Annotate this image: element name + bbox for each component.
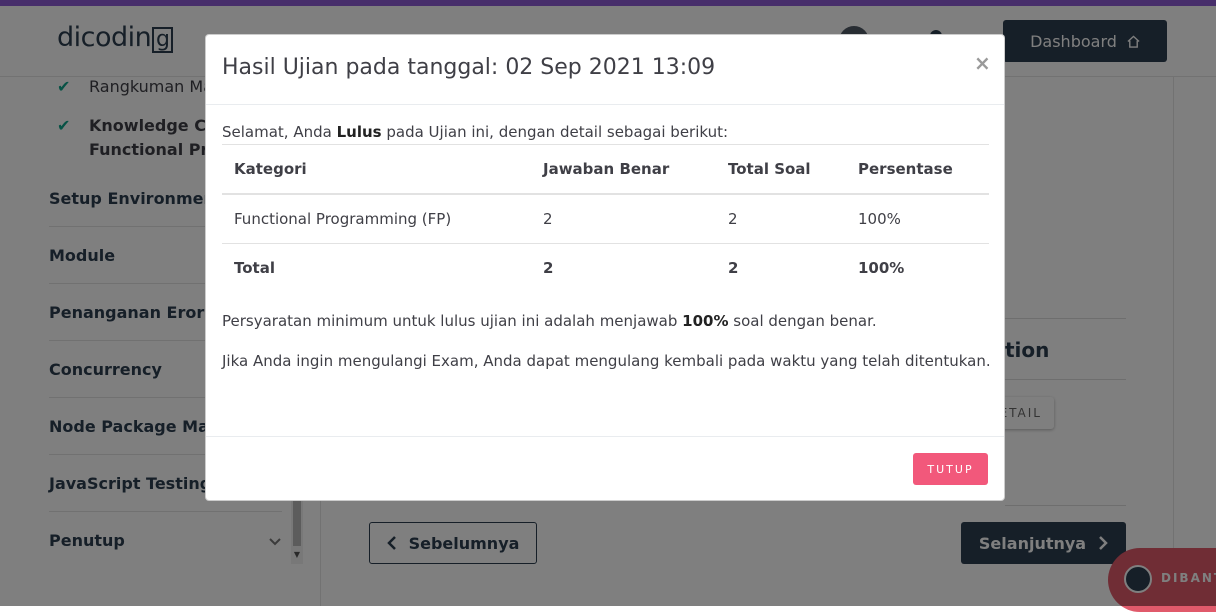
requirement-value: 100% [682, 312, 729, 330]
requirement-prefix: Persyaratan minimum untuk lulus ujian in… [222, 312, 683, 330]
modal-title: Hasil Ujian pada tanggal: 02 Sep 2021 13… [222, 55, 716, 80]
table-total-row: Total 2 2 100% [222, 244, 989, 293]
column-header: Kategori [222, 144, 531, 195]
table-row: Functional Programming (FP) 2 2 100% [222, 194, 989, 244]
column-header: Persentase [846, 144, 989, 195]
pass-requirement: Persyaratan minimum untuk lulus ujian in… [222, 312, 877, 330]
table-cell: Functional Programming (FP) [222, 194, 531, 244]
table-cell: Total [234, 259, 275, 277]
result-table: Kategori Jawaban Benar Total Soal Persen… [222, 144, 989, 292]
exam-result-modal: Hasil Ujian pada tanggal: 02 Sep 2021 13… [205, 34, 1005, 501]
pass-status: Lulus [336, 123, 382, 141]
column-header: Jawaban Benar [531, 144, 716, 195]
intro-suffix: pada Ujian ini, dengan detail sebagai be… [381, 123, 729, 141]
requirement-suffix: soal dengan benar. [728, 312, 877, 330]
table-cell: 100% [846, 194, 989, 244]
modal-header: Hasil Ujian pada tanggal: 02 Sep 2021 13… [206, 35, 1004, 105]
table-cell: 2 [531, 194, 716, 244]
table-cell: 2 [716, 194, 846, 244]
close-button[interactable]: TUTUP [913, 453, 988, 485]
table-cell: 2 [728, 259, 739, 277]
result-intro: Selamat, Anda Lulus pada Ujian ini, deng… [222, 123, 728, 141]
retake-note: Jika Anda ingin mengulangi Exam, Anda da… [222, 352, 991, 370]
table-header-row: Kategori Jawaban Benar Total Soal Persen… [222, 144, 989, 195]
close-icon[interactable]: × [974, 51, 991, 75]
intro-prefix: Selamat, Anda [222, 123, 337, 141]
table-cell: 100% [858, 259, 905, 277]
table-cell: 2 [543, 259, 554, 277]
modal-footer-divider [206, 436, 1004, 437]
column-header: Total Soal [716, 144, 846, 195]
